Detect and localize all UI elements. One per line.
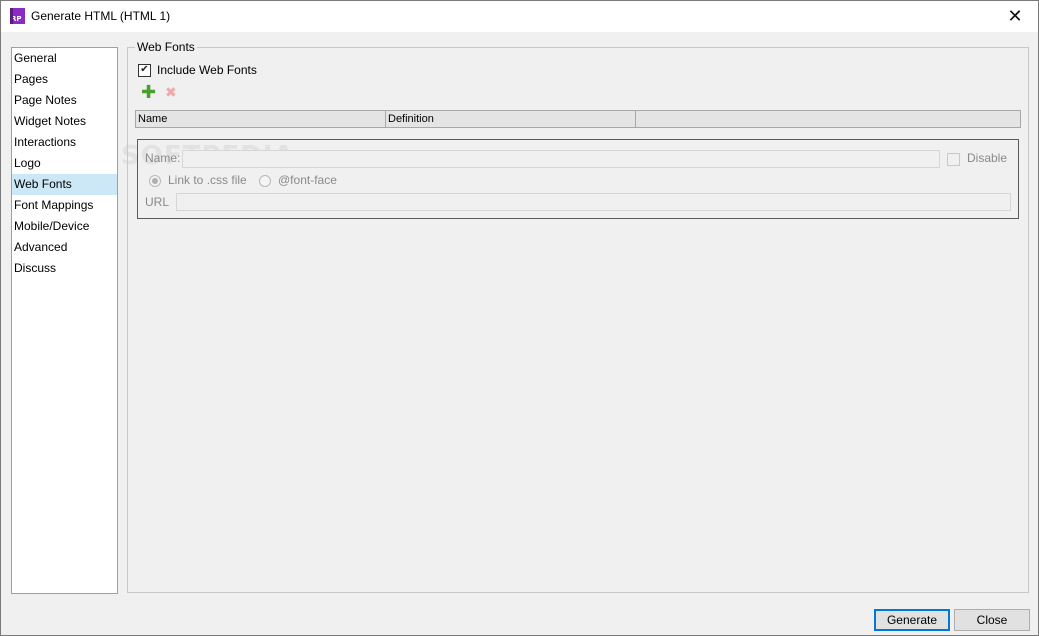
link-css-label: Link to .css file (168, 173, 247, 187)
font-detail-panel: Name: Disable Link to .css file @font-fa… (137, 139, 1019, 219)
disable-checkbox[interactable] (947, 153, 960, 166)
sidebar-item-interactions[interactable]: Interactions (12, 132, 117, 153)
url-input[interactable] (176, 193, 1011, 211)
web-fonts-group-title: Web Fonts (135, 40, 197, 54)
close-button[interactable]: Close (954, 609, 1030, 631)
sidebar-item-font-mappings[interactable]: Font Mappings (12, 195, 117, 216)
sidebar-item-general[interactable]: General (12, 48, 117, 69)
window-title: Generate HTML (HTML 1) (31, 9, 171, 23)
sidebar-item-mobile-device[interactable]: Mobile/Device (12, 216, 117, 237)
sidebar-item-pages[interactable]: Pages (12, 69, 117, 90)
column-header-empty (636, 111, 1020, 127)
close-window-icon[interactable]: ✕ (992, 1, 1038, 32)
name-label: Name: (145, 151, 181, 165)
generate-button[interactable]: Generate (874, 609, 950, 631)
sidebar-item-advanced[interactable]: Advanced (12, 237, 117, 258)
sidebar-item-widget-notes[interactable]: Widget Notes (12, 111, 117, 132)
sidebar-item-discuss[interactable]: Discuss (12, 258, 117, 279)
disable-label: Disable (967, 151, 1008, 165)
sidebar-item-logo[interactable]: Logo (12, 153, 117, 174)
axure-rp-app-icon: RP (10, 8, 25, 24)
font-face-label: @font-face (278, 173, 337, 187)
title-bar: RP Generate HTML (HTML 1) ✕ (1, 1, 1038, 32)
add-font-plus-icon[interactable]: ✚ (141, 84, 156, 102)
include-web-fonts-row: ✔ Include Web Fonts (138, 63, 257, 77)
settings-sidebar: General Pages Page Notes Widget Notes In… (11, 47, 118, 594)
remove-font-x-icon[interactable]: ✖ (165, 85, 179, 101)
dialog-window: RP Generate HTML (HTML 1) ✕ General Page… (0, 0, 1039, 636)
column-header-name[interactable]: Name (136, 111, 386, 127)
fonts-table-header: Name Definition (135, 110, 1021, 128)
sidebar-list: General Pages Page Notes Widget Notes In… (12, 48, 117, 279)
include-web-fonts-label: Include Web Fonts (157, 63, 257, 77)
column-header-definition[interactable]: Definition (386, 111, 636, 127)
url-label: URL (145, 195, 170, 209)
name-input[interactable] (182, 150, 940, 168)
link-css-radio[interactable] (149, 175, 161, 187)
sidebar-item-web-fonts[interactable]: Web Fonts (12, 174, 117, 195)
web-fonts-group (127, 47, 1029, 593)
sidebar-item-page-notes[interactable]: Page Notes (12, 90, 117, 111)
include-web-fonts-checkbox[interactable]: ✔ (138, 63, 151, 77)
font-face-radio[interactable] (259, 175, 271, 187)
